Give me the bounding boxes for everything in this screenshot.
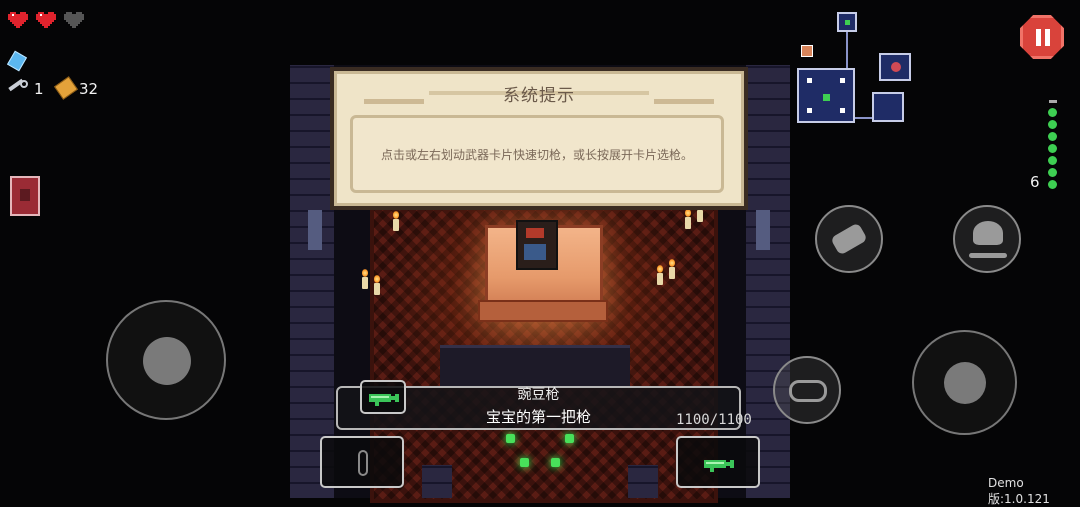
wall-stand: [308, 210, 322, 250]
pause-button[interactable]: [1020, 15, 1064, 59]
item-slot[interactable]: [320, 436, 404, 488]
left-wall: [290, 65, 334, 498]
map-room-shop: [879, 53, 911, 81]
candle: [685, 209, 691, 229]
dialog-message: 点击或左右划动武器卡片快速切枪，或长按展开卡片选枪。: [380, 148, 693, 162]
green-light: [551, 458, 560, 467]
blank-count: 6: [1030, 173, 1040, 191]
minimap[interactable]: [794, 5, 924, 125]
candle: [669, 259, 675, 279]
heart-empty-icon: [64, 12, 84, 28]
active-item-icon: [20, 189, 30, 201]
blank-icon: [6, 50, 28, 72]
weapon-name: 豌豆枪: [517, 387, 560, 403]
wall-stand: [756, 210, 770, 250]
active-item-icon: [358, 450, 368, 476]
ammo-counter: 1100/1100: [676, 412, 752, 428]
key-count: 1: [34, 80, 44, 98]
heart-icon: [36, 12, 56, 28]
door-pillar: [628, 465, 658, 498]
move-joystick[interactable]: [106, 300, 226, 420]
move-joystick-knob[interactable]: [143, 337, 191, 385]
green-light: [520, 458, 529, 467]
system-tip-dialog[interactable]: 系统提示 点击或左右划动武器卡片快速切枪，或长按展开卡片选枪。: [330, 67, 748, 210]
dodge-roll-icon: [973, 221, 1003, 245]
candle: [374, 275, 380, 295]
candle: [393, 211, 399, 231]
aim-joystick-knob[interactable]: [944, 362, 986, 404]
candle: [362, 269, 368, 289]
aim-joystick[interactable]: [912, 330, 1017, 435]
active-item-card[interactable]: [10, 176, 40, 216]
reload-button[interactable]: [815, 205, 883, 273]
door-pillar: [422, 465, 452, 498]
shell-casing-icon: [54, 76, 78, 100]
blanks-gauge: [1046, 100, 1060, 189]
shell-count: 32: [79, 80, 99, 98]
altar-step: [478, 300, 608, 322]
reload-icon: [830, 222, 868, 256]
map-player-marker: [801, 45, 813, 57]
blank-button[interactable]: [773, 356, 841, 424]
version-label: Demo版:1.0.121: [988, 476, 1050, 506]
heart-icon: [8, 12, 28, 28]
dialog-message-box: 点击或左右划动武器卡片快速切枪，或长按展开卡片选枪。: [350, 115, 724, 193]
map-room-current: [797, 68, 855, 123]
weapon-slot[interactable]: [676, 436, 760, 488]
map-room: [837, 12, 857, 32]
green-light: [565, 434, 574, 443]
dodge-roll-button[interactable]: [953, 205, 1021, 273]
peashooter-icon: [704, 460, 734, 472]
lower-ledge: [440, 345, 630, 388]
map-room: [872, 92, 904, 122]
candle: [697, 202, 703, 222]
dialog-title: 系统提示: [503, 86, 575, 106]
player-character: [516, 220, 558, 270]
green-light: [506, 434, 515, 443]
candle: [657, 265, 663, 285]
blank-icon: [789, 380, 827, 402]
right-wall: [746, 65, 790, 498]
key-icon: [8, 78, 30, 94]
